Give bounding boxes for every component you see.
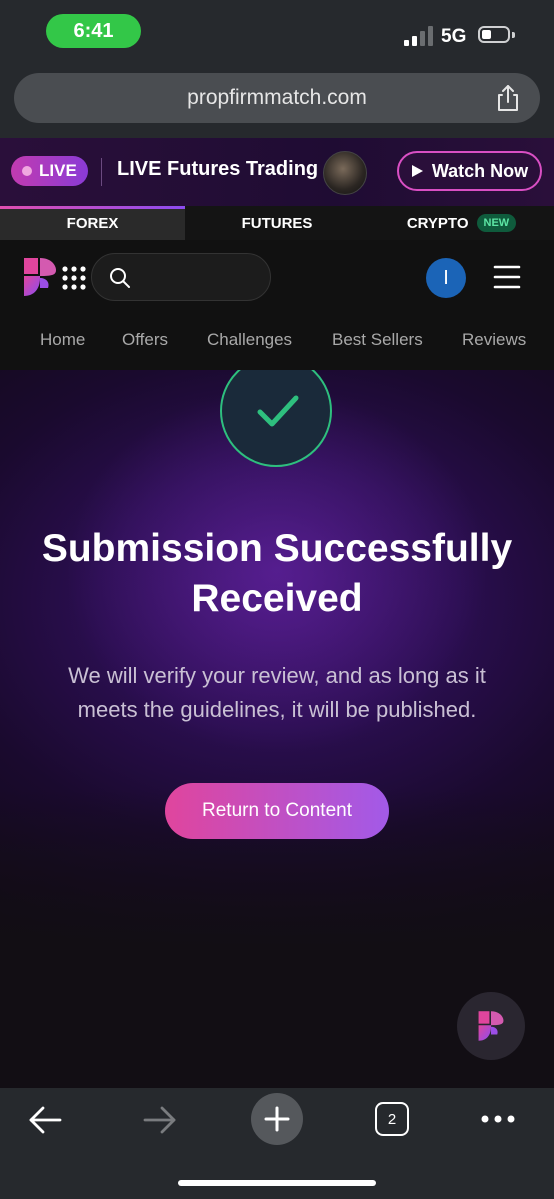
return-to-content-button[interactable]: Return to Content (165, 783, 389, 839)
live-banner-title: LIVE Futures Trading (117, 158, 319, 180)
success-title-line1: Submission Successfully (41, 527, 513, 570)
nav-best-sellers[interactable]: Best Sellers (332, 330, 423, 350)
success-section: Submission Successfully Received We will… (0, 370, 554, 1088)
propfirmmatch-logo-icon[interactable] (22, 256, 58, 298)
nav-offers[interactable]: Offers (122, 330, 168, 350)
success-title-line2: Received (191, 577, 363, 620)
propfirmmatch-logo-icon (478, 1011, 504, 1041)
status-bar: 6:41 5G (0, 0, 554, 64)
more-options-icon[interactable] (481, 1115, 515, 1123)
divider (101, 158, 102, 186)
hamburger-menu-icon[interactable] (493, 264, 521, 290)
new-badge: NEW (476, 214, 517, 232)
success-badge (220, 370, 332, 467)
nav-home[interactable]: Home (40, 330, 85, 350)
signal-icon (404, 26, 433, 46)
nav-challenges[interactable]: Challenges (207, 330, 292, 350)
new-tab-button[interactable] (251, 1093, 303, 1145)
apps-grid-icon[interactable] (62, 266, 86, 290)
main-nav: Home Offers Challenges Best Sellers Revi… (0, 314, 554, 370)
tab-label: CRYPTO (406, 214, 469, 232)
tab-forex[interactable]: FOREX (0, 206, 185, 240)
tab-switcher-button[interactable]: 2 (375, 1102, 409, 1136)
search-icon (110, 268, 130, 288)
watch-now-button[interactable]: Watch Now (397, 151, 542, 191)
tab-crypto[interactable]: CRYPTO NEW (369, 206, 554, 240)
network-label: 5G (441, 26, 467, 47)
checkmark-icon (257, 395, 299, 427)
plus-icon (264, 1106, 290, 1132)
search-input[interactable] (91, 253, 271, 301)
success-desc-line1: We will verify your review, and as long … (68, 663, 486, 688)
live-badge-label: LIVE (39, 161, 77, 180)
status-time: 6:41 (46, 14, 141, 48)
home-indicator (178, 1180, 376, 1186)
battery-icon (478, 26, 515, 43)
tab-futures[interactable]: FUTURES (185, 206, 369, 240)
market-tabs: FOREX FUTURES CRYPTO NEW (0, 206, 554, 240)
live-dot-icon (22, 166, 32, 176)
share-icon[interactable] (494, 84, 522, 112)
tab-label: FUTURES (241, 214, 313, 232)
user-avatar[interactable]: I (426, 258, 466, 298)
address-bar[interactable]: propfirmmatch.com (14, 73, 540, 123)
live-banner[interactable]: LIVE LIVE Futures Trading Watch Now (0, 138, 554, 206)
floating-logo-button[interactable] (457, 992, 525, 1060)
live-badge: LIVE (11, 156, 88, 186)
site-header: I (0, 240, 554, 314)
nav-reviews[interactable]: Reviews (462, 330, 526, 350)
play-icon (411, 165, 423, 177)
back-arrow-icon[interactable] (28, 1105, 62, 1135)
streamer-avatar (323, 151, 367, 195)
tab-label: FOREX (66, 214, 119, 232)
url-text: propfirmmatch.com (187, 86, 367, 109)
browser-address-area: propfirmmatch.com (0, 64, 554, 138)
watch-now-label: Watch Now (431, 160, 529, 181)
forward-arrow-icon[interactable] (143, 1105, 177, 1135)
success-desc-line2: meets the guidelines, it will be publish… (77, 697, 477, 722)
